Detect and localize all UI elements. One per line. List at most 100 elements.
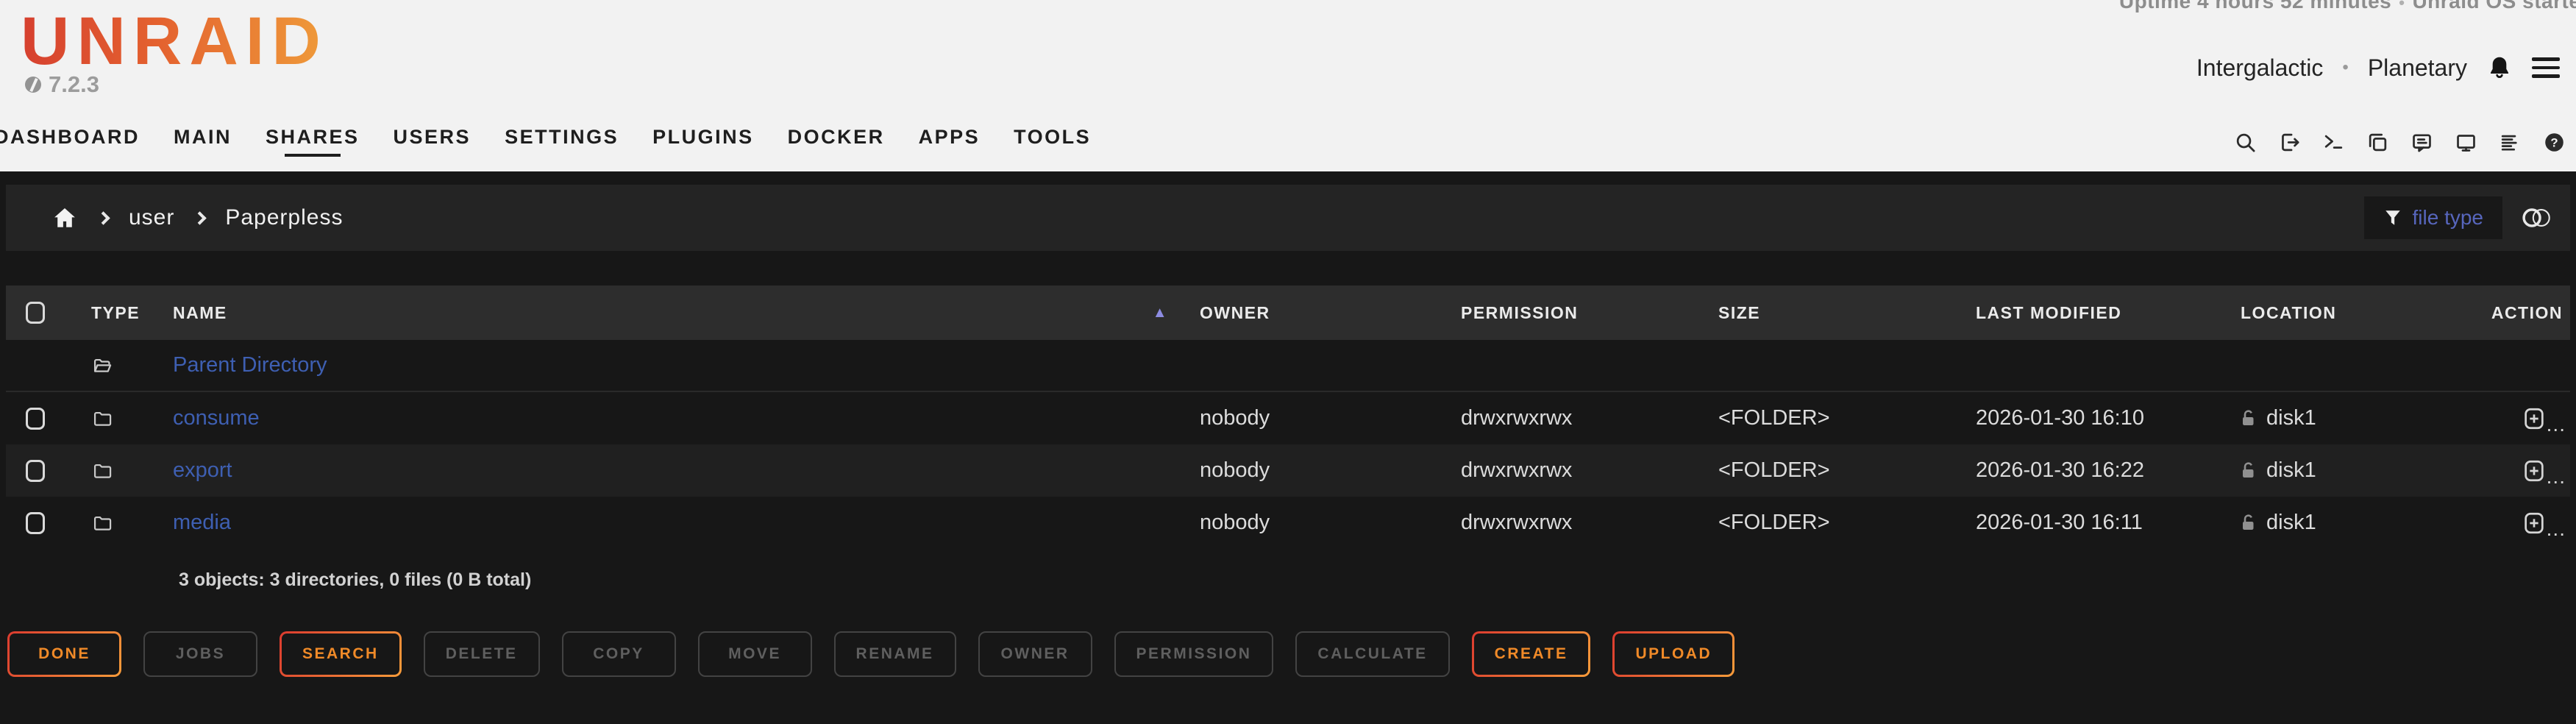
owner-cell: nobody (1175, 406, 1437, 430)
column-header-name[interactable]: NAME ▲ (146, 303, 1175, 323)
filter-funnel-icon (2383, 208, 2402, 227)
expand-actions-icon (2522, 458, 2547, 484)
server-description: Planetary (2368, 54, 2467, 82)
breadcrumb-segment-current[interactable]: Paperpless (225, 205, 343, 230)
column-header-owner[interactable]: OWNER (1175, 303, 1437, 323)
row-checkbox[interactable] (26, 460, 45, 482)
search-icon[interactable] (2234, 131, 2257, 154)
version-label: 7.2.3 (25, 71, 99, 98)
rename-button: RENAME (834, 631, 956, 677)
nav-item-main[interactable]: MAIN (174, 126, 232, 149)
unlock-icon (2241, 461, 2257, 480)
nav-item-docker[interactable]: DOCKER (788, 126, 885, 149)
done-button[interactable]: DONE (7, 631, 121, 677)
file-name-link[interactable]: Parent Directory (173, 353, 327, 377)
more-actions-ellipsis: ... (2547, 417, 2566, 432)
location-cell: disk1 (2216, 511, 2477, 535)
breadcrumb-chevron-icon (96, 211, 110, 224)
svg-text:?: ? (2550, 135, 2558, 149)
file-name-link[interactable]: media (173, 511, 231, 534)
sort-ascending-icon[interactable]: ▲ (1153, 305, 1168, 322)
hamburger-menu-icon[interactable] (2532, 57, 2560, 78)
file-type-filter[interactable]: file type (2364, 196, 2503, 239)
search-button[interactable]: SEARCH (280, 631, 402, 677)
nav-item-shares[interactable]: SHARES (266, 126, 360, 157)
permission-cell: drwxrwxrwx (1437, 458, 1694, 483)
column-header-action: ACTION (2477, 303, 2570, 323)
file-table: TYPE NAME ▲ OWNER PERMISSION SIZE LAST M… (6, 285, 2570, 549)
row-actions-button[interactable]: ... (2477, 458, 2570, 484)
column-header-last-modified[interactable]: LAST MODIFIED (1951, 303, 2216, 323)
location-cell: disk1 (2216, 406, 2477, 430)
row-checkbox[interactable] (26, 512, 45, 534)
column-header-permission[interactable]: PERMISSION (1437, 303, 1694, 323)
nav-item-users[interactable]: USERS (394, 126, 472, 149)
type-cell (81, 408, 146, 429)
last-modified-cell: 2026-01-30 16:10 (1951, 406, 2216, 430)
permission-cell: drwxrwxrwx (1437, 511, 1694, 535)
nav-item-dashboard[interactable]: DASHBOARD (0, 126, 140, 149)
owner-cell: nobody (1175, 511, 1437, 535)
nav-item-plugins[interactable]: PLUGINS (652, 126, 754, 149)
unraid-logo: UNRAID (21, 4, 328, 79)
file-name-link[interactable]: export (173, 458, 232, 482)
breadcrumb-segment-user[interactable]: user (129, 205, 174, 230)
owner-button: OWNER (978, 631, 1092, 677)
type-cell (81, 461, 146, 481)
server-name[interactable]: Intergalactic (2196, 54, 2324, 82)
table-body: Parent Directory consume nobody drwxrwxr… (6, 340, 2570, 549)
move-button: MOVE (698, 631, 812, 677)
calculate-button: CALCULATE (1295, 631, 1449, 677)
location-cell: disk1 (2216, 458, 2477, 483)
notifications-bell-icon[interactable] (2486, 54, 2513, 81)
column-header-type[interactable]: TYPE (81, 303, 146, 323)
display-icon[interactable] (2455, 131, 2477, 154)
uptime-status: Uptime 4 hours 52 minutes•Unraid OS star… (2119, 0, 2576, 13)
nav-item-tools[interactable]: TOOLS (1014, 126, 1091, 149)
select-all-checkbox[interactable] (26, 302, 45, 324)
more-actions-ellipsis: ... (2547, 469, 2566, 484)
row-actions-button[interactable]: ... (2477, 405, 2570, 432)
sign-out-icon[interactable] (2278, 131, 2301, 154)
folder-icon (91, 513, 113, 533)
folder-icon (91, 408, 113, 429)
main-nav: DASHBOARD MAIN SHARES USERS SETTINGS PLUGINS D… (0, 126, 1091, 157)
unlock-icon (2241, 514, 2257, 533)
copy-icon[interactable] (2366, 131, 2389, 154)
type-cell (81, 355, 146, 376)
action-button-row: DONEJOBSSEARCHDELETECOPYMOVERENAMEOWNERP… (7, 631, 1734, 677)
row-checkbox[interactable] (26, 408, 45, 430)
breadcrumb: user Paperpless (6, 205, 343, 230)
permission-button: PERMISSION (1114, 631, 1274, 677)
view-toggle-icon[interactable] (2520, 207, 2554, 229)
logs-icon[interactable] (2499, 131, 2522, 154)
column-header-location[interactable]: LOCATION (2216, 303, 2477, 323)
nav-item-apps[interactable]: APPS (919, 126, 981, 149)
breadcrumb-bar: user Paperpless file type (6, 185, 2570, 251)
help-icon[interactable]: ? (2543, 131, 2566, 154)
release-status-icon (25, 77, 41, 93)
upload-button[interactable]: UPLOAD (1612, 631, 1734, 677)
table-header-row: TYPE NAME ▲ OWNER PERMISSION SIZE LAST M… (6, 285, 2570, 340)
create-button[interactable]: CREATE (1472, 631, 1591, 677)
more-actions-ellipsis: ... (2547, 522, 2566, 536)
feedback-icon[interactable] (2410, 131, 2433, 154)
terminal-icon[interactable] (2322, 131, 2345, 154)
row-actions-button[interactable]: ... (2477, 510, 2570, 536)
delete-button: DELETE (424, 631, 540, 677)
unlock-icon (2241, 409, 2257, 428)
nav-item-settings[interactable]: SETTINGS (505, 126, 619, 149)
home-icon[interactable] (51, 205, 78, 230)
breadcrumb-chevron-icon (193, 211, 207, 224)
server-separator: • (2342, 57, 2348, 78)
column-header-size[interactable]: SIZE (1694, 303, 1951, 323)
expand-actions-icon (2522, 405, 2547, 432)
table-row: media nobody drwxrwxrwx <FOLDER> 2026-01… (6, 497, 2570, 549)
size-cell: <FOLDER> (1694, 511, 1951, 535)
size-cell: <FOLDER> (1694, 406, 1951, 430)
permission-cell: drwxrwxrwx (1437, 406, 1694, 430)
object-summary: 3 objects: 3 directories, 0 files (0 B t… (179, 569, 531, 591)
file-name-link[interactable]: consume (173, 406, 260, 430)
jobs-button: JOBS (143, 631, 257, 677)
last-modified-cell: 2026-01-30 16:11 (1951, 511, 2216, 535)
